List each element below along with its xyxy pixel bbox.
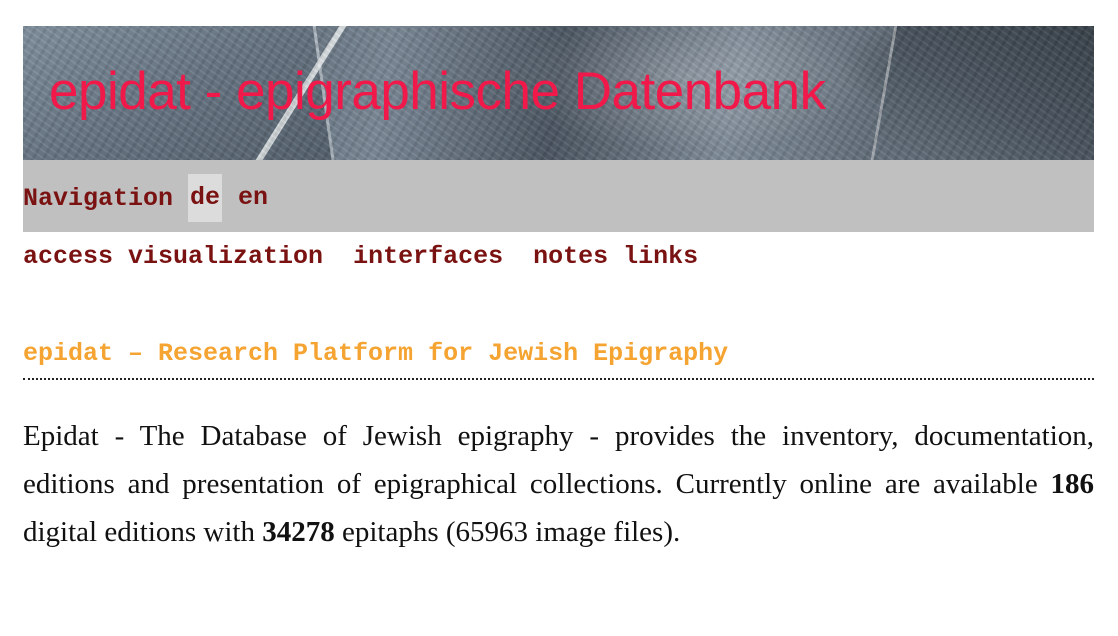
language-link-de[interactable]: de <box>188 174 223 222</box>
intro-text-part2: digital editions with <box>23 516 263 548</box>
epitaphs-count: 34278 <box>262 516 335 548</box>
editions-count: 186 <box>1050 468 1095 500</box>
section-heading: epidat – Research Platform for Jewish Ep… <box>23 334 1094 380</box>
language-navigation-row: Navigation de en <box>23 174 270 222</box>
menu-item-visualization[interactable]: visualization <box>128 242 323 271</box>
intro-text-part3: epitaphs (65963 image files). <box>334 516 681 548</box>
header-banner: epidat - epigraphische Datenbank <box>23 26 1094 160</box>
page: epidat - epigraphische Datenbank Navigat… <box>0 0 1118 636</box>
intro-text-part1: Epidat - The Database of Jewish epigraph… <box>23 420 1094 500</box>
language-navigation-bar: Navigation de en <box>23 160 1094 232</box>
site-title: epidat - epigraphische Datenbank <box>49 62 826 121</box>
menu-item-links[interactable]: links <box>623 242 698 271</box>
main-menu: access visualization interfaces notes li… <box>23 236 698 276</box>
navigation-label: Navigation <box>23 183 174 213</box>
menu-item-access[interactable]: access <box>23 242 113 271</box>
menu-item-notes[interactable]: notes <box>533 242 608 271</box>
menu-item-interfaces[interactable]: interfaces <box>353 242 503 271</box>
language-link-en[interactable]: en <box>236 174 270 222</box>
intro-paragraph: Epidat - The Database of Jewish epigraph… <box>23 412 1094 556</box>
